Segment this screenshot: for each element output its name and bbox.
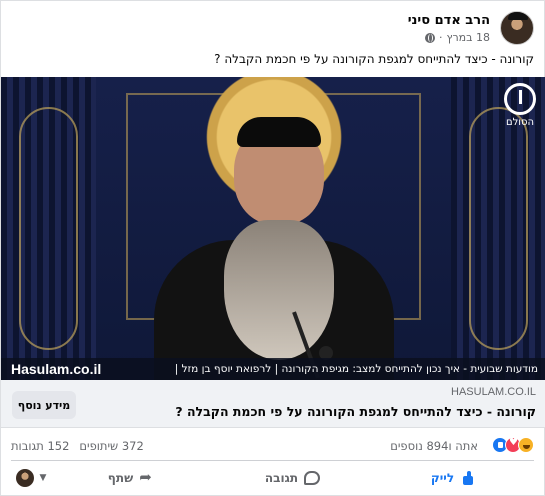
author-avatar[interactable]: [500, 11, 534, 45]
ticker-text: מודעות שבועית - איך נכון להתייחס למצב: מ…: [174, 363, 538, 375]
reaction-profile-selector[interactable]: ▼: [11, 469, 51, 487]
shares-count[interactable]: 372 שיתופים: [79, 439, 143, 453]
author-name[interactable]: הרב אדם סיני: [408, 13, 490, 28]
reaction-icons[interactable]: [492, 437, 534, 453]
post-text: קורונה - כיצד להתייחס למגפת הקורונה על פ…: [214, 52, 534, 66]
comments-count[interactable]: 152 תגובות: [11, 439, 69, 453]
like-button[interactable]: לייק: [373, 470, 534, 486]
hasulam-logo: הסולם: [500, 83, 540, 131]
dot-separator: ·: [439, 31, 443, 44]
post-date[interactable]: 18 במרץ: [447, 31, 490, 44]
link-preview[interactable]: HASULAM.CO.IL קורונה - כיצד להתייחס למגפ…: [1, 380, 545, 428]
comment-button[interactable]: תגובה: [212, 471, 373, 485]
learn-more-button[interactable]: מידע נוסף: [12, 391, 76, 419]
comment-label: תגובה: [264, 471, 299, 485]
haha-reaction-icon: [518, 437, 534, 453]
like-label: לייק: [430, 471, 455, 485]
reaction-summary[interactable]: אתה ו‏894 נוספים: [390, 439, 478, 453]
video-ticker: מודעות שבועית - איך נכון להתייחס למצב: מ…: [1, 358, 545, 380]
logo-icon: [504, 83, 536, 115]
share-icon: [139, 468, 155, 486]
thumbs-up-icon: [460, 470, 476, 486]
speaker-figure: [153, 105, 394, 380]
reactions-bar: אתה ו‏894 נוספים 372 שיתופים 152 תגובות: [11, 436, 534, 456]
comment-icon: [304, 471, 321, 485]
profile-avatar: [15, 469, 34, 487]
post-meta: 18 במרץ ·: [425, 31, 490, 44]
link-domain: HASULAM.CO.IL: [451, 386, 536, 398]
globe-icon: [425, 32, 436, 43]
divider: [11, 460, 534, 461]
action-bar: לייק תגובה שתף ▼: [11, 463, 534, 493]
share-label: שתף: [107, 471, 134, 485]
curtain-left: [1, 77, 96, 380]
link-title[interactable]: קורונה - כיצד להתייחס למגפת הקורונה על פ…: [175, 404, 536, 419]
engagement-counts: 372 שיתופים 152 תגובות: [11, 439, 144, 453]
chevron-down-icon: ▼: [39, 473, 47, 483]
ticker-site: Hasulam.co.il: [11, 361, 102, 377]
video-player[interactable]: הסולם מודעות שבועית - איך נכון להתייחס ל…: [1, 77, 545, 380]
post-header: הרב אדם סיני 18 במרץ ·: [11, 9, 534, 49]
logo-text: הסולם: [505, 117, 535, 128]
facebook-post: הרב אדם סיני 18 במרץ · קורונה - כיצד להת…: [0, 0, 545, 496]
share-button[interactable]: שתף: [51, 468, 212, 486]
